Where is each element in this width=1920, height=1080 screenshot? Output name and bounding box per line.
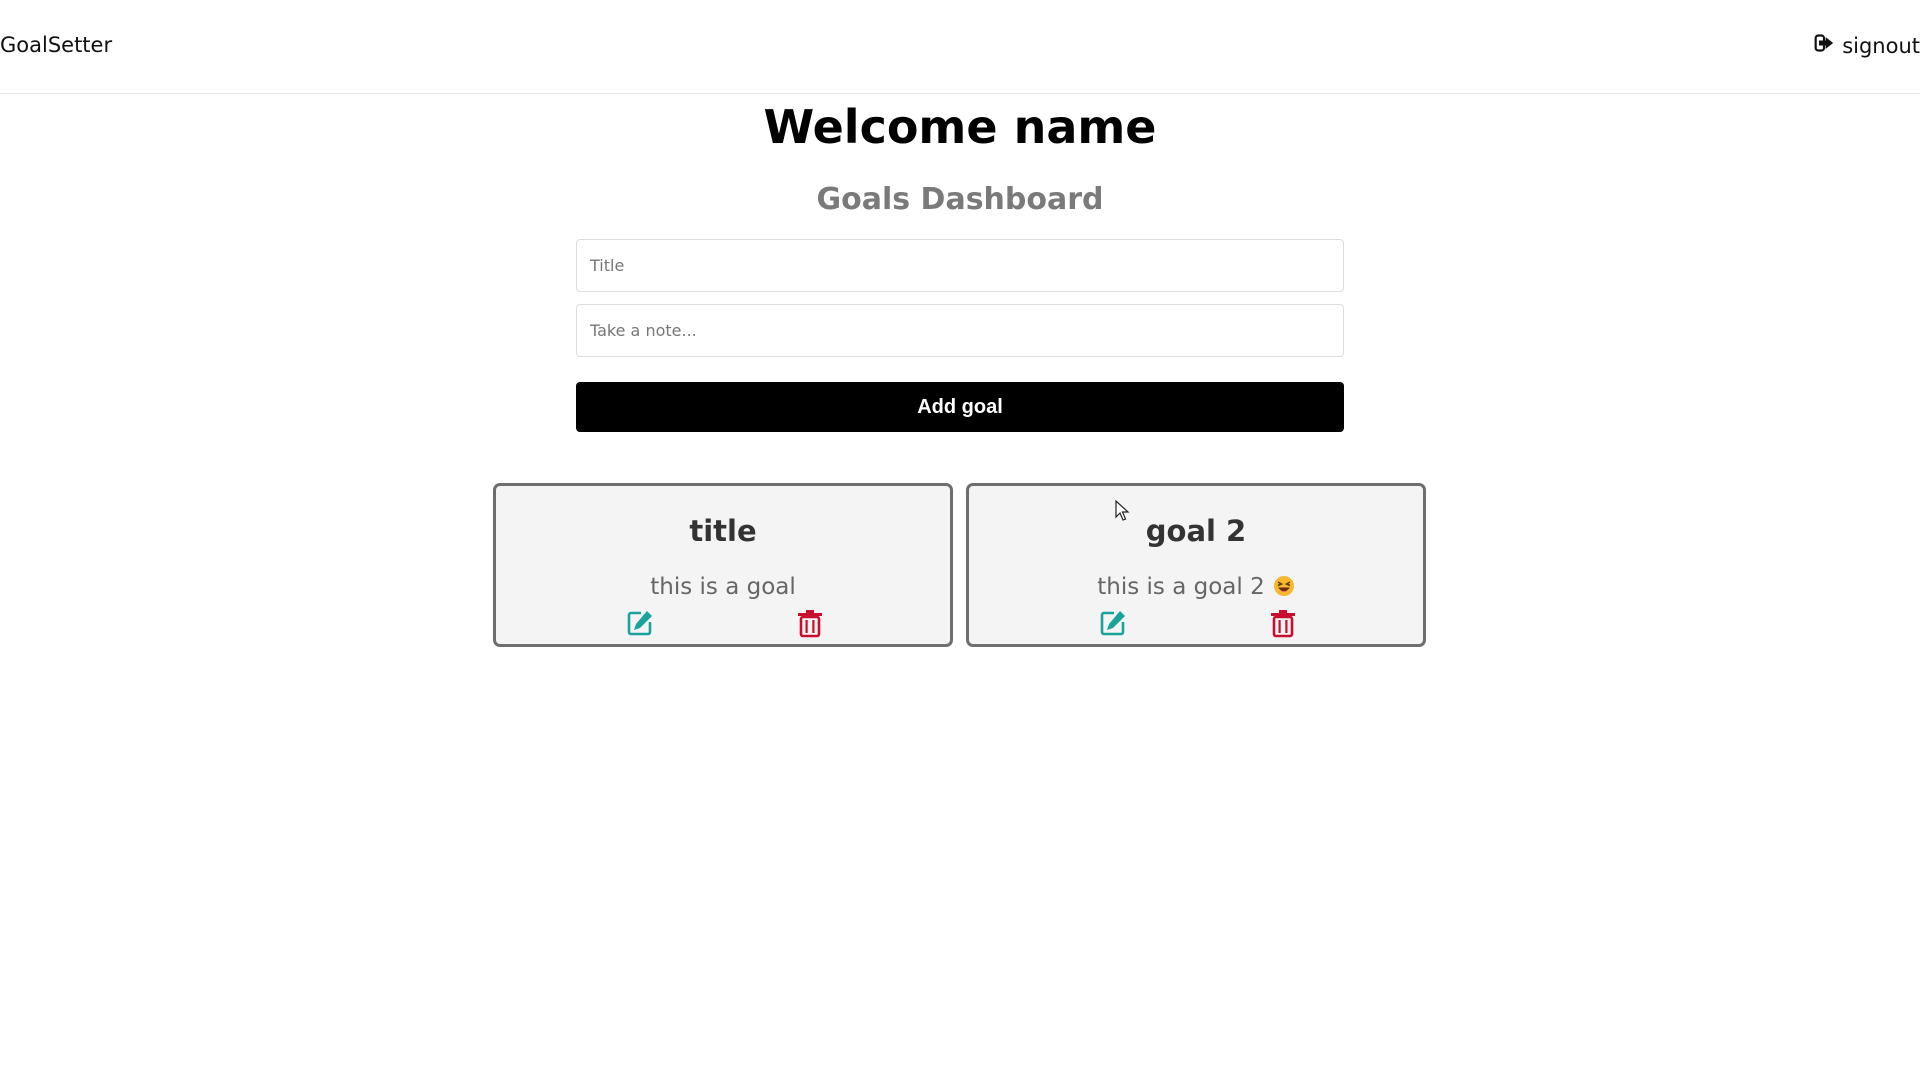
grinning-squinting-face-icon bbox=[1273, 575, 1295, 597]
trash-icon[interactable] bbox=[1268, 608, 1298, 638]
goal-note: this is a goal 2 bbox=[969, 574, 1423, 600]
sign-out-icon bbox=[1814, 33, 1834, 58]
brand-logo[interactable]: GoalSetter bbox=[0, 33, 112, 57]
goal-note-text: this is a goal 2 bbox=[1097, 574, 1265, 600]
goal-card: title this is a goal bbox=[493, 483, 953, 647]
top-navbar: GoalSetter signout bbox=[0, 0, 1920, 94]
signout-label: signout bbox=[1842, 33, 1920, 58]
goal-note: this is a goal bbox=[496, 574, 950, 600]
goal-title: goal 2 bbox=[1145, 514, 1247, 548]
edit-icon[interactable] bbox=[1098, 608, 1128, 638]
goal-card: goal 2 this is a goal 2 bbox=[966, 483, 1426, 647]
dashboard-title: Goals Dashboard bbox=[816, 182, 1104, 217]
goal-title: title bbox=[689, 514, 757, 548]
trash-icon[interactable] bbox=[795, 608, 825, 638]
signout-button[interactable]: signout bbox=[1814, 33, 1920, 58]
mouse-cursor-icon bbox=[1115, 499, 1131, 522]
edit-icon[interactable] bbox=[625, 608, 655, 638]
note-input[interactable] bbox=[576, 304, 1344, 357]
goal-note-text: this is a goal bbox=[650, 574, 796, 600]
add-goal-button[interactable]: Add goal bbox=[576, 382, 1344, 432]
title-input[interactable] bbox=[576, 239, 1344, 292]
welcome-heading: Welcome name bbox=[763, 100, 1157, 154]
